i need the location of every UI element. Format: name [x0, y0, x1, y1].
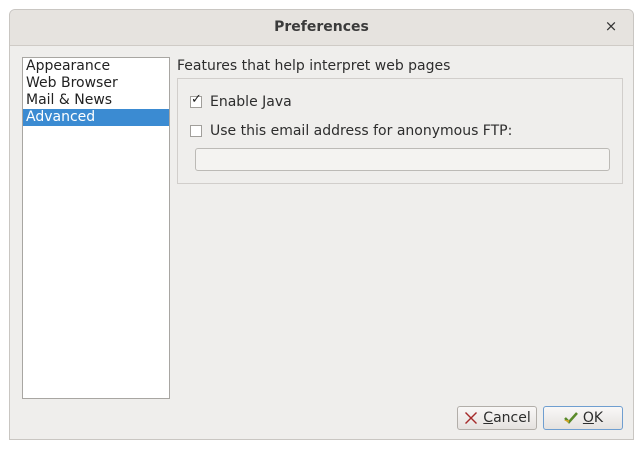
- ok-mnemonic: O: [582, 410, 594, 426]
- anon-ftp-checkbox[interactable]: [190, 125, 202, 137]
- x-icon: [465, 412, 478, 424]
- enable-java-row[interactable]: ✓ Enable Java: [190, 93, 292, 111]
- cancel-button[interactable]: Cancel: [457, 406, 537, 430]
- list-item-mail-news[interactable]: Mail & News: [23, 92, 169, 109]
- preferences-dialog: Preferences × Appearance Web Browser Mai…: [9, 9, 634, 440]
- window-title: Preferences: [274, 19, 369, 35]
- anon-ftp-email-field[interactable]: [195, 148, 610, 171]
- checkmark-icon: ✓: [191, 92, 202, 107]
- checkmark-icon: [563, 412, 578, 424]
- enable-java-checkbox[interactable]: ✓: [190, 92, 202, 108]
- list-item-appearance[interactable]: Appearance: [23, 58, 169, 75]
- features-group: ✓ Enable Java Use this email address for…: [177, 78, 623, 184]
- category-list: Appearance Web Browser Mail & News Advan…: [22, 57, 170, 399]
- cancel-mnemonic: C: [483, 410, 494, 426]
- section-title: Features that help interpret web pages: [177, 58, 451, 74]
- ok-button[interactable]: OK: [543, 406, 623, 430]
- ok-label-rest: K: [593, 410, 604, 426]
- list-item-web-browser[interactable]: Web Browser: [23, 75, 169, 92]
- enable-java-label: Enable Java: [210, 94, 292, 110]
- anon-ftp-label: Use this email address for anonymous FTP…: [210, 123, 513, 139]
- list-item-advanced[interactable]: Advanced: [23, 109, 169, 126]
- title-bar: Preferences ×: [10, 10, 633, 46]
- close-icon[interactable]: ×: [601, 16, 621, 36]
- cancel-label-rest: ancel: [493, 410, 531, 426]
- anon-ftp-row[interactable]: Use this email address for anonymous FTP…: [190, 122, 512, 140]
